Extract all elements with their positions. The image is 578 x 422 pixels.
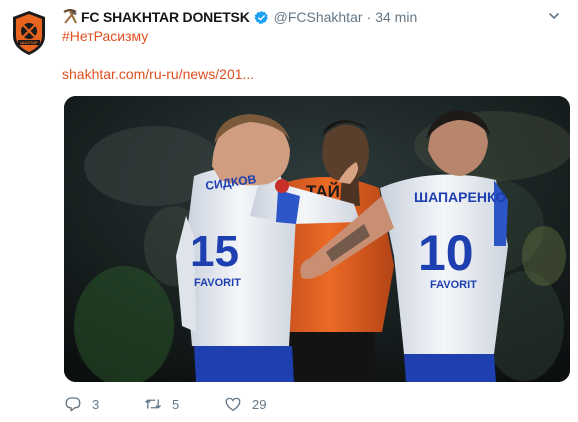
right-player-number: 10: [418, 225, 474, 281]
avatar[interactable]: ШАХТАР: [12, 10, 46, 56]
like-button[interactable]: 29: [224, 395, 304, 413]
tweet-time[interactable]: 34 min: [375, 8, 417, 26]
like-icon: [225, 397, 241, 412]
author-name[interactable]: FC SHAKHTAR DONETSK: [81, 8, 250, 26]
tweet-actions: 3 5 29: [64, 395, 304, 413]
right-sponsor: FAVORIT: [430, 279, 477, 291]
separator-dot: ·: [366, 9, 372, 25]
verified-icon: [254, 10, 268, 24]
left-player-number: 15: [190, 227, 239, 276]
avatar-label: ШАХТАР: [20, 40, 38, 45]
chevron-down-icon[interactable]: [548, 10, 560, 22]
author-handle[interactable]: @FCShakhtar: [274, 8, 363, 26]
retweet-button[interactable]: 5: [144, 395, 224, 413]
mining-tools-icon: [63, 9, 77, 24]
right-player-name: ШАПАРЕНКО: [414, 189, 506, 205]
reply-count: 3: [92, 396, 100, 412]
retweet-count: 5: [172, 396, 180, 412]
tweet-header: FC SHAKHTAR DONETSK @FCShakhtar · 34 min: [62, 8, 417, 26]
tweet-photo[interactable]: ТАЙ СИДКОВ 15 FAVORIT ШАПАРЕНКО 10 FAVOR…: [64, 96, 570, 382]
news-link[interactable]: shakhtar.com/ru-ru/news/201...: [62, 66, 254, 82]
left-sponsor: FAVORIT: [194, 277, 241, 289]
reply-icon: [65, 397, 81, 412]
shakhtar-logo-icon: ШАХТАР: [13, 11, 45, 55]
retweet-icon: [145, 399, 161, 409]
hashtag-link[interactable]: #НетРасизму: [62, 28, 148, 44]
like-count: 29: [252, 396, 267, 412]
reply-button[interactable]: 3: [64, 395, 144, 413]
